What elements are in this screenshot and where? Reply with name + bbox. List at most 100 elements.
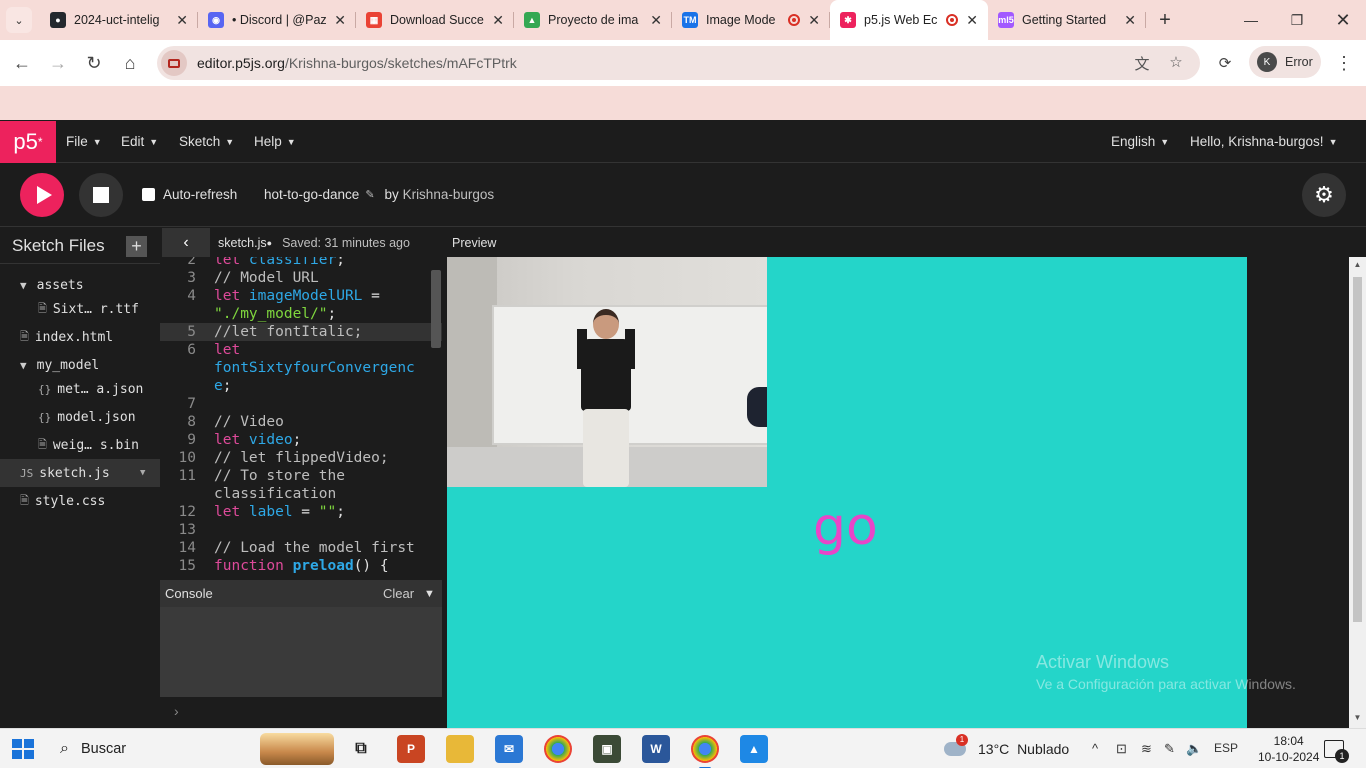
code-line[interactable]: // let flippedVideo; — [214, 449, 428, 467]
taskbar-search[interactable]: ⌕ Buscar — [48, 729, 336, 768]
browser-tab[interactable]: ▲ Proyecto de ima ✕ — [514, 0, 672, 40]
code-line[interactable]: e; — [214, 377, 428, 395]
auto-refresh-checkbox[interactable] — [142, 188, 155, 201]
wifi-icon[interactable]: ≋ — [1141, 741, 1152, 757]
menu-help[interactable]: Help ▼ — [254, 134, 296, 149]
omnibox[interactable]: editor.p5js.org/Krishna-burgos/sketches/… — [157, 46, 1200, 80]
home-button[interactable]: ⌂ — [112, 45, 148, 81]
code-line[interactable]: let classifier; — [214, 257, 428, 269]
close-tab-icon[interactable]: ✕ — [1124, 12, 1136, 29]
file-explorer-icon[interactable] — [446, 735, 474, 763]
close-window-button[interactable]: ✕ — [1320, 0, 1366, 40]
notifications-icon[interactable]: 1 — [1324, 740, 1349, 763]
auto-refresh-toggle[interactable]: Auto-refresh — [142, 187, 237, 202]
console-clear-button[interactable]: Clear — [383, 586, 414, 601]
network-icon[interactable]: ⊡ — [1116, 741, 1127, 757]
code-line[interactable]: function preload() { — [214, 557, 428, 575]
pen-icon[interactable]: ✎ — [1164, 741, 1175, 757]
file-style-css[interactable]: 🗎 style.css — [20, 487, 105, 515]
reload-button[interactable]: ↻ — [76, 45, 112, 81]
add-file-button[interactable]: + — [126, 236, 147, 257]
browser-tab[interactable]: ✱ p5.js Web Ec ✕ — [830, 0, 988, 40]
file-options-icon[interactable]: ▼ — [140, 468, 145, 478]
file-font[interactable]: 🗎 Sixt… r.ttf — [38, 295, 139, 323]
task-view-icon[interactable]: ⧉ — [347, 735, 375, 763]
collapse-sidebar-button[interactable]: ‹ — [162, 228, 210, 257]
chrome-profile-icon[interactable] — [691, 735, 719, 768]
scroll-down-icon[interactable]: ▼ — [1349, 713, 1366, 722]
chevron-down-icon[interactable]: ▼ — [424, 588, 435, 600]
settings-button[interactable]: ⚙ — [1302, 173, 1346, 217]
word-icon[interactable]: W — [642, 735, 670, 763]
close-tab-icon[interactable]: ✕ — [176, 12, 188, 29]
code-line[interactable]: let imageModelURL = — [214, 287, 428, 305]
sketch-title[interactable]: hot-to-go-dance ✎ by Krishna-burgos — [264, 187, 494, 202]
code-line[interactable]: let label = ""; — [214, 503, 428, 521]
extensions-button[interactable]: ⟳ — [1207, 45, 1243, 81]
close-tab-icon[interactable]: ✕ — [808, 12, 820, 29]
browser-tab[interactable]: ● 2024-uct-intelig ✕ — [40, 0, 198, 40]
browser-tab[interactable]: ◉ • Discord | @Paz ✕ — [198, 0, 356, 40]
code-line[interactable]: // To store the — [214, 467, 428, 485]
code-line[interactable]: // Load the model first — [214, 539, 428, 557]
windows-start-button[interactable] — [12, 739, 34, 759]
menu-file[interactable]: File ▼ — [66, 134, 102, 149]
powerpoint-icon[interactable]: P — [397, 735, 425, 763]
sketch-name[interactable]: hot-to-go-dance — [264, 187, 359, 202]
user-menu[interactable]: Hello, Krishna-burgos! ▼ — [1190, 134, 1338, 149]
game-app-icon[interactable]: ▣ — [593, 735, 621, 763]
profile-button[interactable]: K Error — [1249, 46, 1321, 78]
menu-sketch[interactable]: Sketch ▼ — [179, 134, 234, 149]
recording-site-icon[interactable] — [161, 50, 187, 76]
file-metadata-json[interactable]: {} met… a.json — [38, 375, 143, 403]
file-model-json[interactable]: {} model.json — [38, 403, 136, 431]
browser-tab[interactable]: TM Image Mode ✕ — [672, 0, 830, 40]
play-button[interactable] — [20, 173, 64, 217]
close-tab-icon[interactable]: ✕ — [492, 12, 504, 29]
chevron-up-icon[interactable]: ^ — [1092, 741, 1098, 756]
code-line[interactable]: //let fontItalic; — [214, 323, 428, 341]
code-line[interactable]: classification — [214, 485, 428, 503]
volume-icon[interactable]: 🔈 — [1186, 741, 1202, 757]
pencil-icon[interactable]: ✎ — [365, 188, 374, 201]
code-line[interactable]: // Video — [214, 413, 428, 431]
code-line[interactable]: // Model URL — [214, 269, 428, 287]
translate-icon[interactable]: 文 — [1132, 53, 1152, 73]
tab-search-button[interactable]: ⌄ — [6, 7, 32, 33]
console-input[interactable]: › — [160, 697, 442, 728]
weather-widget[interactable]: 1 13°C Nublado — [944, 729, 1069, 768]
p5-logo[interactable]: p5 * — [0, 121, 56, 163]
code-editor[interactable]: 2 let classifier; 3 // Model URL 4 let imageM… — [160, 257, 442, 577]
url-text[interactable]: editor.p5js.org/Krishna-burgos/sketches/… — [197, 55, 517, 71]
file-weights-bin[interactable]: 🗎 weig… s.bin — [38, 431, 139, 459]
browser-tab[interactable]: ml5 Getting Started ✕ — [988, 0, 1146, 40]
file-index-html[interactable]: 🗎 index.html — [20, 323, 113, 351]
menu-edit[interactable]: Edit ▼ — [121, 134, 158, 149]
bookmark-star-icon[interactable]: ☆ — [1166, 53, 1186, 73]
close-tab-icon[interactable]: ✕ — [334, 12, 346, 29]
close-tab-icon[interactable]: ✕ — [650, 12, 662, 29]
mail-icon[interactable]: ✉ — [495, 735, 523, 763]
code-line[interactable]: fontSixtyfourConvergenc — [214, 359, 428, 377]
page-scrollbar[interactable]: ▲ ▼ — [1349, 257, 1366, 728]
code-line[interactable]: "./my_model/"; — [214, 305, 428, 323]
close-tab-icon[interactable]: ✕ — [966, 12, 978, 29]
code-line[interactable]: let — [214, 341, 428, 359]
restore-button[interactable]: ❐ — [1274, 0, 1320, 40]
browser-tab[interactable]: ▦ Download Succe ✕ — [356, 0, 514, 40]
keyboard-language[interactable]: ESP — [1214, 741, 1238, 755]
new-tab-button[interactable]: + — [1152, 9, 1178, 32]
stop-button[interactable] — [79, 173, 123, 217]
browser-menu-button[interactable]: ⋮ — [1326, 45, 1362, 81]
scroll-up-icon[interactable]: ▲ — [1349, 260, 1366, 269]
language-menu[interactable]: English ▼ — [1111, 134, 1169, 149]
photos-icon[interactable]: ▲ — [740, 735, 768, 763]
editor-scrollbar[interactable] — [431, 270, 441, 348]
forward-button[interactable]: → — [40, 45, 76, 81]
system-clock[interactable]: 18:04 10-10-2024 — [1258, 733, 1319, 765]
back-button[interactable]: ← — [4, 45, 40, 81]
file-sketch-js[interactable]: JS sketch.js ▼ — [0, 459, 160, 487]
scroll-thumb[interactable] — [1353, 277, 1362, 622]
minimize-button[interactable]: — — [1228, 0, 1274, 40]
chrome-icon[interactable] — [544, 735, 572, 763]
